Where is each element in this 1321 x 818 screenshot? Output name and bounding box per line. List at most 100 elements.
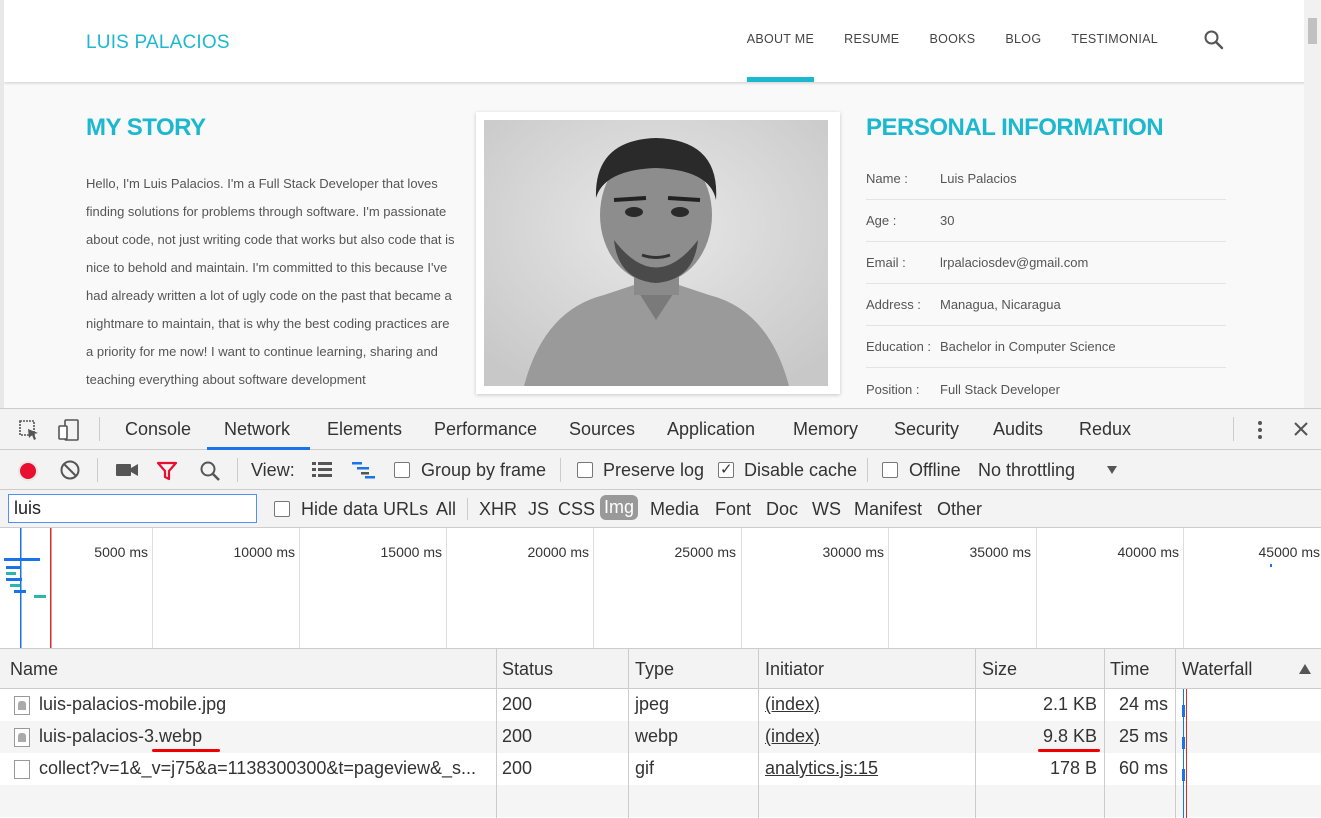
column-divider[interactable] bbox=[496, 649, 497, 818]
more-options-icon[interactable] bbox=[1252, 418, 1268, 442]
nav-books[interactable]: BOOKS bbox=[929, 0, 975, 82]
tab-audits[interactable]: Audits bbox=[993, 419, 1043, 440]
network-overview[interactable]: 5000 ms 10000 ms 15000 ms 20000 ms 25000… bbox=[0, 528, 1321, 649]
tab-elements[interactable]: Elements bbox=[327, 419, 402, 440]
column-divider[interactable] bbox=[758, 649, 759, 818]
column-time[interactable]: Time bbox=[1110, 659, 1149, 680]
request-type: webp bbox=[635, 726, 679, 746]
request-initiator-link[interactable]: (index) bbox=[765, 694, 820, 715]
capture-screenshots-icon[interactable] bbox=[115, 461, 139, 479]
filter-type-css[interactable]: CSS bbox=[558, 499, 595, 520]
close-devtools-icon[interactable] bbox=[1292, 420, 1310, 438]
tab-network[interactable]: Network bbox=[224, 419, 290, 440]
column-size[interactable]: Size bbox=[982, 659, 1017, 680]
site-brand[interactable]: LUIS PALACIOS bbox=[86, 32, 230, 54]
personal-row-age: Age : 30 bbox=[866, 200, 1226, 242]
personal-value: Full Stack Developer bbox=[940, 381, 1060, 397]
overview-gridline bbox=[741, 528, 742, 648]
overview-gridline bbox=[1183, 528, 1184, 648]
empty-row bbox=[0, 785, 1321, 817]
request-name[interactable]: luis-palacios-mobile.jpg bbox=[39, 694, 226, 715]
disable-cache-checkbox[interactable] bbox=[718, 460, 734, 478]
tab-performance[interactable]: Performance bbox=[434, 419, 537, 440]
personal-information-list: Name : Luis Palacios Age : 30 Email : lr… bbox=[866, 158, 1226, 408]
column-name[interactable]: Name bbox=[10, 659, 58, 680]
chevron-down-icon[interactable] bbox=[1106, 465, 1118, 475]
nav-blog[interactable]: BLOG bbox=[1005, 0, 1041, 82]
personal-key: Age : bbox=[866, 213, 897, 228]
record-icon[interactable] bbox=[16, 459, 40, 483]
personal-key: Name : bbox=[866, 171, 908, 186]
request-name[interactable]: luis-palacios-3.webp bbox=[39, 726, 202, 747]
personal-row-education: Education : Bachelor in Computer Science bbox=[866, 326, 1226, 368]
filter-type-font[interactable]: Font bbox=[715, 499, 751, 520]
filter-type-manifest[interactable]: Manifest bbox=[854, 499, 922, 520]
annotation-underline-size bbox=[1038, 749, 1100, 752]
personal-value: Luis Palacios bbox=[940, 171, 1017, 186]
toolbar-divider bbox=[560, 458, 561, 482]
request-row[interactable]: luis-palacios-3.webp 200 webp (index) 9.… bbox=[0, 721, 1321, 753]
personal-row-email: Email : lrpalaciosdev@gmail.com bbox=[866, 242, 1226, 284]
column-status[interactable]: Status bbox=[502, 659, 553, 680]
column-divider[interactable] bbox=[1104, 649, 1105, 818]
filter-divider bbox=[467, 498, 468, 520]
filter-type-img[interactable]: Img bbox=[600, 495, 639, 520]
tab-sources[interactable]: Sources bbox=[569, 419, 635, 440]
nav-testimonial[interactable]: TESTIMONIAL bbox=[1071, 0, 1158, 82]
page-scrollbar-thumb[interactable] bbox=[1308, 18, 1317, 44]
request-time: 25 ms bbox=[1118, 726, 1168, 746]
column-divider[interactable] bbox=[628, 649, 629, 818]
filter-type-ws[interactable]: WS bbox=[812, 499, 841, 520]
group-by-frame-checkbox[interactable] bbox=[394, 462, 410, 478]
search-network-icon[interactable] bbox=[199, 460, 221, 482]
request-row[interactable]: collect?v=1&_v=j75&a=1138300300&t=pagevi… bbox=[0, 753, 1321, 785]
filter-type-other[interactable]: Other bbox=[937, 499, 982, 520]
filter-type-xhr[interactable]: XHR bbox=[479, 499, 517, 520]
throttling-select[interactable]: No throttling bbox=[978, 460, 1075, 481]
image-file-icon bbox=[14, 728, 30, 747]
nav-about-me[interactable]: ABOUT ME bbox=[746, 0, 815, 82]
my-story-text: Hello, I'm Luis Palacios. I'm a Full Sta… bbox=[86, 176, 455, 387]
filter-type-media[interactable]: Media bbox=[650, 499, 699, 520]
tab-security[interactable]: Security bbox=[894, 419, 959, 440]
offline-label: Offline bbox=[909, 460, 961, 480]
overview-tick-label: 35000 ms bbox=[969, 544, 1031, 560]
hide-data-urls-checkbox[interactable] bbox=[274, 501, 290, 517]
inspect-element-icon[interactable] bbox=[18, 419, 40, 441]
tab-memory[interactable]: Memory bbox=[793, 419, 858, 440]
request-name[interactable]: collect?v=1&_v=j75&a=1138300300&t=pagevi… bbox=[39, 758, 476, 779]
sort-ascending-icon[interactable] bbox=[1298, 663, 1312, 675]
overview-waterfall-icon[interactable] bbox=[351, 461, 377, 479]
filter-type-all[interactable]: All bbox=[436, 499, 456, 520]
search-icon[interactable] bbox=[1202, 28, 1226, 52]
filter-type-doc[interactable]: Doc bbox=[766, 499, 798, 520]
tab-redux[interactable]: Redux bbox=[1079, 419, 1131, 440]
tab-application[interactable]: Application bbox=[667, 419, 755, 440]
tab-console[interactable]: Console bbox=[125, 419, 191, 440]
device-toolbar-icon[interactable] bbox=[57, 418, 81, 442]
request-row[interactable]: luis-palacios-mobile.jpg 200 jpeg (index… bbox=[0, 689, 1321, 721]
screen: LUIS PALACIOS ABOUT ME RESUME BOOKS BLOG… bbox=[0, 0, 1321, 818]
request-size: 178 B bbox=[1049, 758, 1097, 778]
column-initiator[interactable]: Initiator bbox=[765, 659, 824, 680]
network-toolbar: View: Group by frame Preserve log Disabl… bbox=[0, 450, 1321, 490]
filter-type-js[interactable]: JS bbox=[528, 499, 549, 520]
filter-icon[interactable] bbox=[156, 460, 178, 482]
nav-resume[interactable]: RESUME bbox=[844, 0, 899, 82]
filter-input[interactable] bbox=[8, 494, 257, 523]
tabbar-divider bbox=[99, 417, 100, 441]
clear-icon[interactable] bbox=[59, 459, 81, 481]
overview-tick-label: 40000 ms bbox=[1117, 544, 1179, 560]
request-initiator-link[interactable]: analytics.js:15 bbox=[765, 758, 878, 779]
offline-checkbox[interactable] bbox=[882, 462, 898, 478]
column-waterfall[interactable]: Waterfall bbox=[1182, 659, 1252, 680]
page-scrollbar[interactable] bbox=[1304, 0, 1321, 408]
column-divider[interactable] bbox=[975, 649, 976, 818]
overview-tick-label: 15000 ms bbox=[380, 544, 442, 560]
column-divider[interactable] bbox=[1175, 649, 1176, 818]
document-file-icon bbox=[14, 760, 30, 779]
request-initiator-link[interactable]: (index) bbox=[765, 726, 820, 747]
column-type[interactable]: Type bbox=[635, 659, 674, 680]
large-rows-icon[interactable] bbox=[311, 461, 333, 479]
preserve-log-checkbox[interactable] bbox=[577, 462, 593, 478]
